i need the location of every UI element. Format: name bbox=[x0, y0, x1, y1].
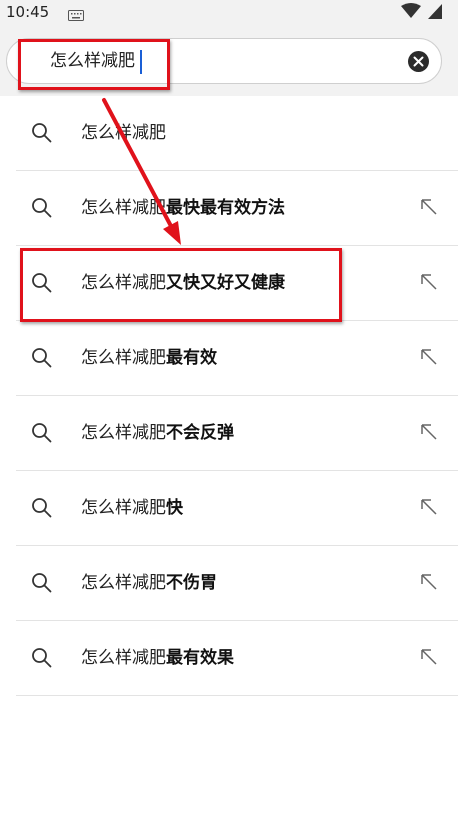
highlight-box-search bbox=[18, 39, 170, 90]
fill-query-arrow-icon[interactable] bbox=[420, 198, 438, 216]
divider bbox=[16, 695, 458, 696]
suggestion-label: 怎么样减肥不会反弹 bbox=[81, 423, 234, 443]
clear-icon bbox=[413, 56, 424, 67]
suggestion-item[interactable]: 怎么样减肥不伤胃 bbox=[0, 546, 458, 621]
wifi-icon bbox=[401, 3, 421, 23]
suggestion-item[interactable]: 怎么样减肥最有效 bbox=[0, 321, 458, 396]
search-icon bbox=[32, 648, 52, 668]
suggestion-item[interactable]: 怎么样减肥快 bbox=[0, 471, 458, 546]
highlight-box-suggestion bbox=[20, 248, 342, 322]
fill-query-arrow-icon[interactable] bbox=[420, 648, 438, 666]
suggestion-label: 怎么样减肥快 bbox=[81, 498, 183, 518]
clear-button[interactable] bbox=[408, 51, 429, 72]
suggestion-list: 怎么样减肥 怎么样减肥最快最有效方法 怎么样减肥又快又好又健康 怎么样减肥最有效 bbox=[0, 96, 458, 696]
suggestion-label: 怎么样减肥最有效果 bbox=[81, 648, 234, 668]
search-icon bbox=[32, 573, 52, 593]
search-icon bbox=[32, 123, 52, 143]
suggestion-item[interactable]: 怎么样减肥 bbox=[0, 96, 458, 171]
search-icon bbox=[32, 348, 52, 368]
fill-query-arrow-icon[interactable] bbox=[420, 273, 438, 291]
search-icon bbox=[32, 198, 52, 218]
suggestion-label: 怎么样减肥最有效 bbox=[81, 348, 217, 368]
suggestion-label: 怎么样减肥 bbox=[81, 123, 166, 143]
suggestion-label: 怎么样减肥不伤胃 bbox=[81, 573, 217, 593]
suggestion-label: 怎么样减肥最快最有效方法 bbox=[81, 198, 285, 218]
battery-icon bbox=[427, 3, 443, 24]
fill-query-arrow-icon[interactable] bbox=[420, 573, 438, 591]
suggestion-item[interactable]: 怎么样减肥不会反弹 bbox=[0, 396, 458, 471]
fill-query-arrow-icon[interactable] bbox=[420, 498, 438, 516]
search-icon bbox=[32, 423, 52, 443]
keyboard-icon bbox=[68, 6, 84, 25]
search-icon bbox=[32, 498, 52, 518]
status-bar: 10:45 bbox=[0, 0, 458, 24]
fill-query-arrow-icon[interactable] bbox=[420, 423, 438, 441]
suggestion-item[interactable]: 怎么样减肥最快最有效方法 bbox=[0, 171, 458, 246]
suggestion-item[interactable]: 怎么样减肥最有效果 bbox=[0, 621, 458, 696]
fill-query-arrow-icon[interactable] bbox=[420, 348, 438, 366]
status-time: 10:45 bbox=[6, 3, 50, 21]
